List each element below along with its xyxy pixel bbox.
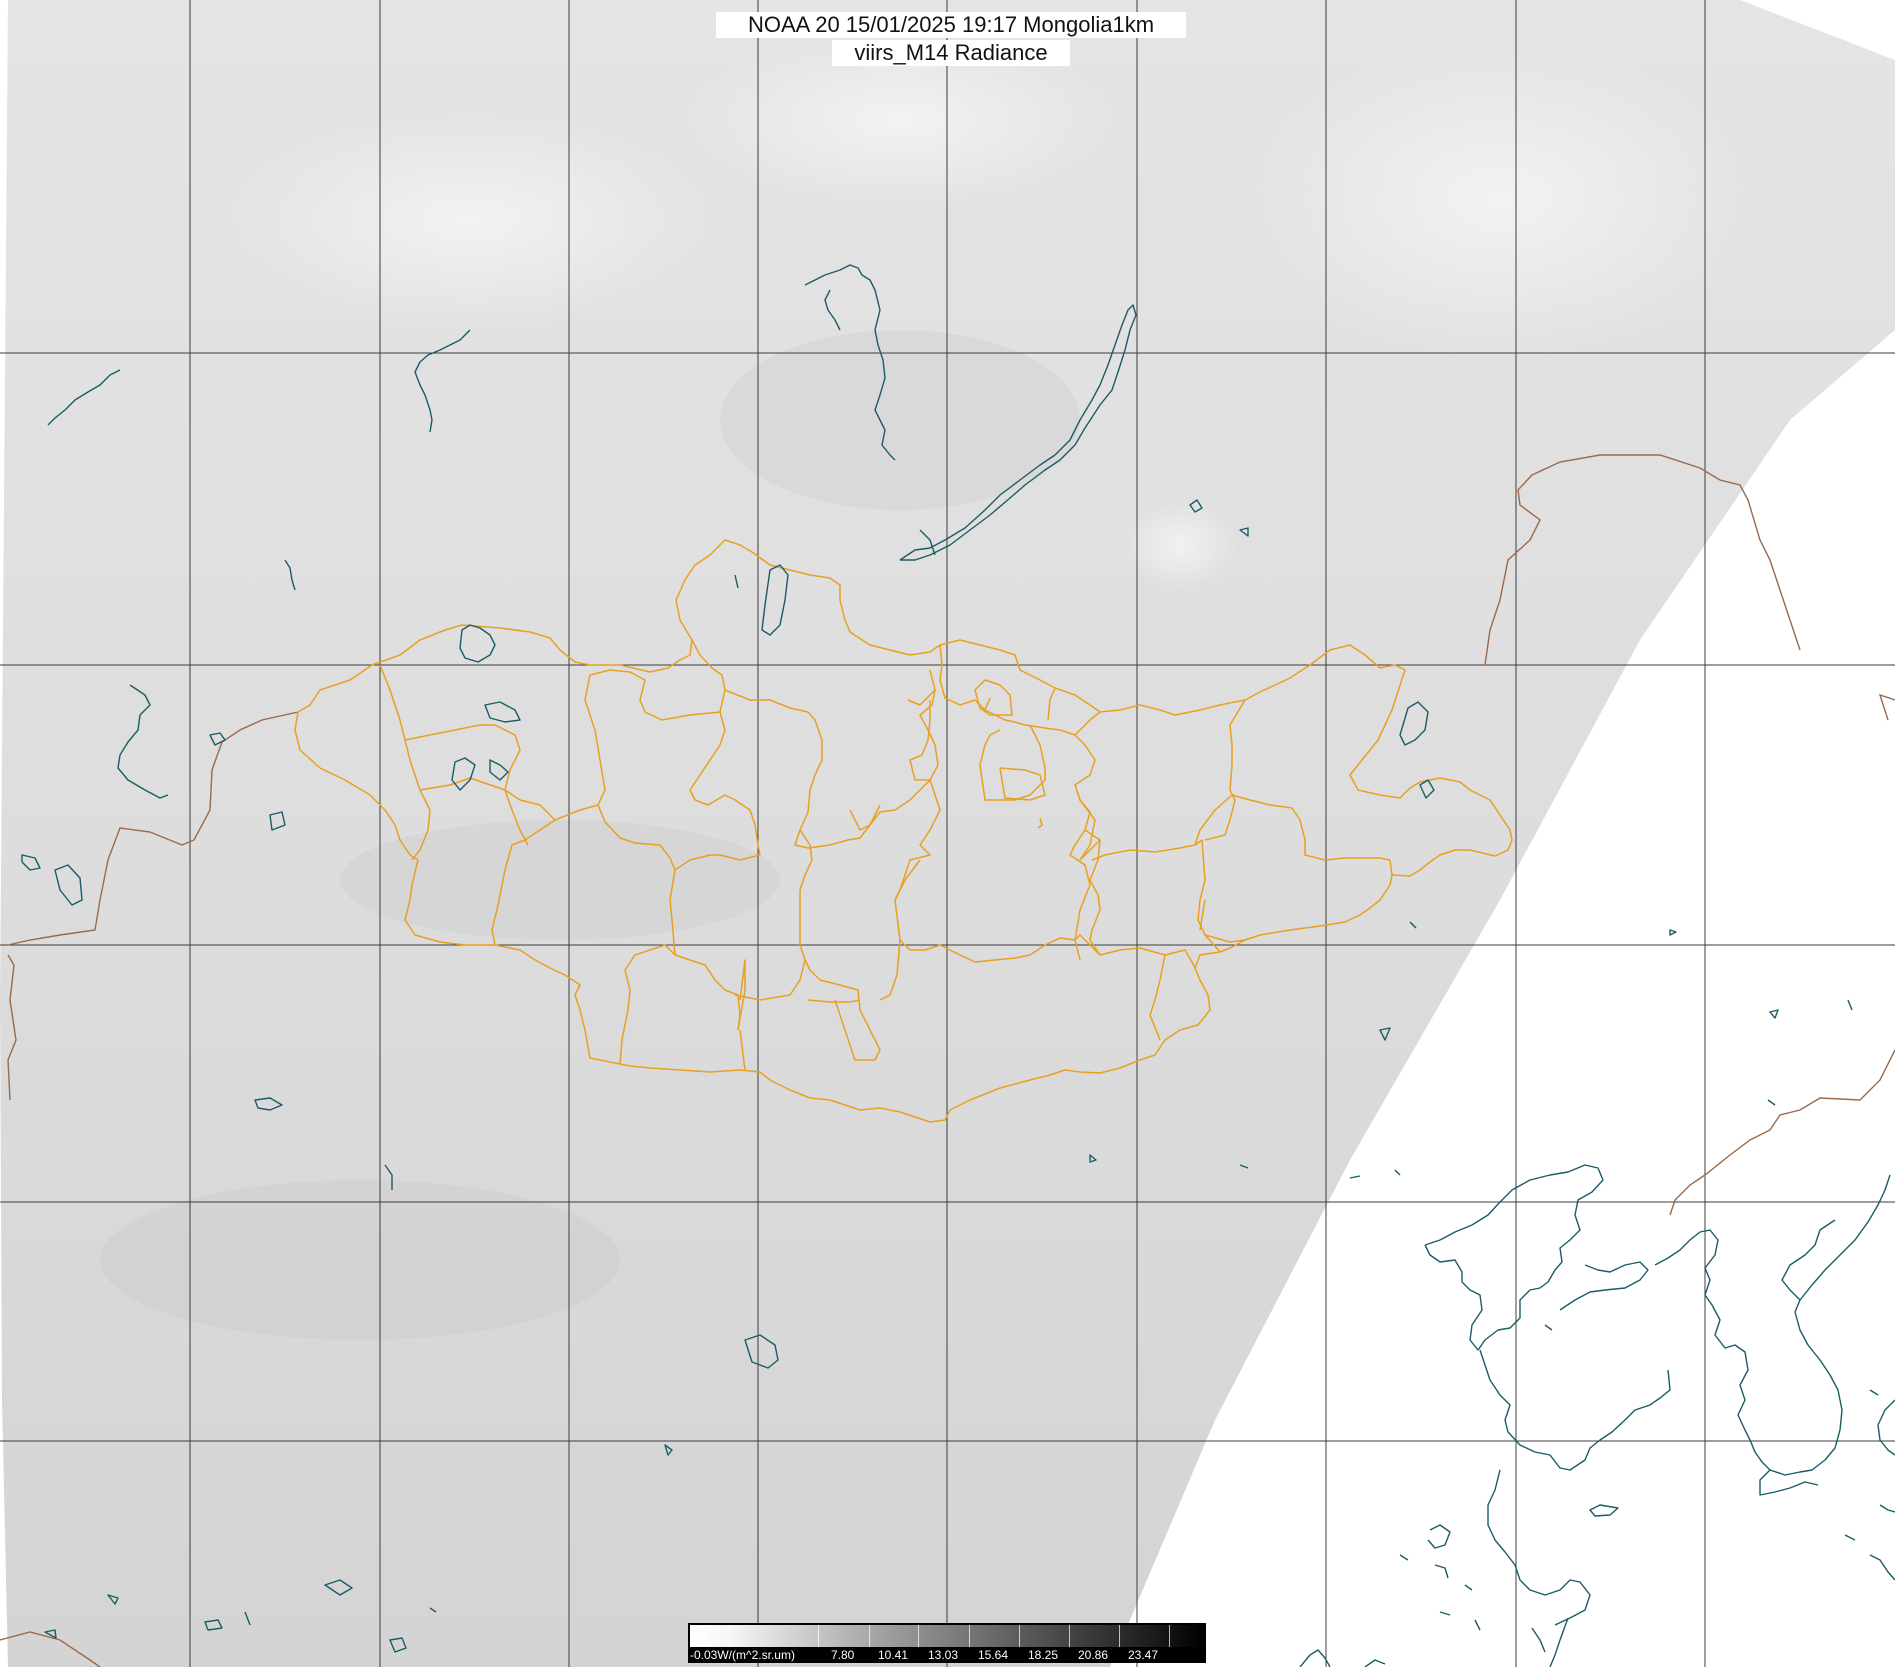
coastline xyxy=(1487,1469,1591,1626)
lake-outline xyxy=(1589,1504,1619,1517)
colorbar-tick xyxy=(1019,1625,1020,1647)
lake-outline xyxy=(1847,999,1853,1011)
colorbar-labels: -0.03W/(m^2.sr.um) 7.80 10.41 13.03 15.6… xyxy=(688,1648,1206,1663)
coastline xyxy=(1364,1659,1386,1667)
coastline xyxy=(1439,1611,1451,1616)
lake-outline xyxy=(1349,1175,1361,1179)
colorbar-tick-label: 18.25 xyxy=(1028,1648,1059,1662)
coastline xyxy=(1424,1164,1604,1351)
coastline xyxy=(1399,1554,1409,1561)
colorbar-tick xyxy=(1119,1625,1120,1647)
coastline xyxy=(1559,1261,1649,1311)
coastline xyxy=(1781,1219,1836,1301)
coastline xyxy=(1464,1584,1473,1591)
map-canvas xyxy=(0,0,1895,1667)
map-title: NOAA 20 15/01/2025 19:17 Mongolia1km xyxy=(716,12,1186,38)
terrain-shade xyxy=(100,1180,620,1340)
colorbar-tick-label: 13.03 xyxy=(928,1648,959,1662)
colorbar-tick xyxy=(1069,1625,1070,1647)
border-line xyxy=(1669,1049,1895,1216)
colorbar-unit-label: -0.03W/(m^2.sr.um) xyxy=(690,1648,795,1662)
colorbar-gradient xyxy=(690,1625,1204,1647)
coastline xyxy=(1869,1554,1895,1581)
lake-outline xyxy=(1844,1534,1856,1541)
colorbar-tick-label: 23.47 xyxy=(1128,1648,1159,1662)
cloud-patch xyxy=(1240,40,1760,360)
coastline xyxy=(1711,1174,1891,1476)
colorbar-tick xyxy=(818,1625,819,1647)
cloud-patch xyxy=(1120,500,1240,590)
colorbar-tick xyxy=(918,1625,919,1647)
coastline xyxy=(1549,1617,1569,1667)
lake-outline xyxy=(1669,929,1677,936)
coastline xyxy=(1877,1399,1895,1456)
colorbar-legend: -0.03W/(m^2.sr.um) 7.80 10.41 13.03 15.6… xyxy=(688,1623,1206,1663)
satellite-map: NOAA 20 15/01/2025 19:17 Mongolia1km vii… xyxy=(0,0,1895,1667)
border-line xyxy=(1878,693,1895,721)
colorbar-tick-label: 7.80 xyxy=(831,1648,855,1662)
colorbar-tick-label: 20.86 xyxy=(1078,1648,1109,1662)
lake-outline xyxy=(1769,1009,1779,1019)
cloud-patch xyxy=(210,110,730,330)
lake-outline xyxy=(1394,1169,1401,1176)
coastline xyxy=(1879,1504,1895,1513)
colorbar-tick xyxy=(969,1625,970,1647)
map-subtitle: viirs_M14 Radiance xyxy=(832,40,1070,66)
coastline xyxy=(1531,1627,1546,1653)
coastline xyxy=(1479,1349,1671,1471)
coastline xyxy=(1654,1229,1719,1306)
coastline xyxy=(1427,1524,1451,1549)
coastline xyxy=(1434,1564,1449,1579)
coastline xyxy=(1474,1619,1481,1631)
terrain-shade xyxy=(720,330,1080,510)
lake-outline xyxy=(1767,1099,1776,1106)
lake-outline xyxy=(1544,1324,1553,1331)
lake-outline xyxy=(1869,1389,1879,1396)
colorbar-tick xyxy=(1169,1625,1170,1647)
colorbar-tick xyxy=(869,1625,870,1647)
colorbar-tick-label: 15.64 xyxy=(978,1648,1009,1662)
colorbar-tick-label: 10.41 xyxy=(878,1648,909,1662)
